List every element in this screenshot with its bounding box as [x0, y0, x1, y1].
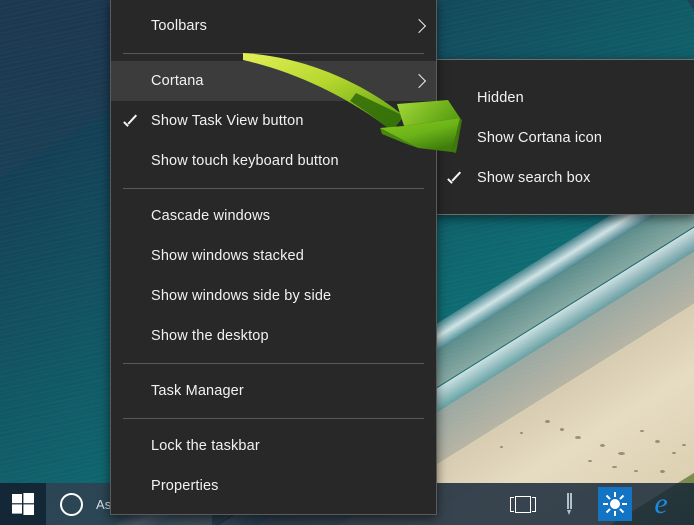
taskbar-context-menu[interactable]: Toolbars Cortana Show Task View button Show…	[110, 0, 437, 515]
task-view-button[interactable]	[500, 483, 546, 525]
sand-debris	[600, 444, 605, 447]
menu-separator	[123, 418, 424, 419]
menu-item-label: Show search box	[477, 170, 591, 186]
menu-item-show-windows-stacked[interactable]: Show windows stacked	[111, 236, 436, 276]
check-icon	[111, 116, 151, 126]
menu-item-label: Show touch keyboard button	[151, 153, 339, 169]
menu-item-label: Show the desktop	[151, 328, 269, 344]
pen-icon	[566, 493, 572, 515]
menu-item-label: Toolbars	[151, 18, 208, 34]
sand-debris	[655, 440, 660, 443]
menu-item-label: Show windows side by side	[151, 288, 332, 304]
menu-item-label: Lock the taskbar	[151, 438, 260, 454]
task-view-icon	[510, 495, 536, 513]
menu-item-show-windows-side-by-side[interactable]: Show windows side by side	[111, 276, 436, 316]
menu-item-label: Show Task View button	[151, 113, 304, 129]
menu-item-properties[interactable]: Properties	[111, 466, 436, 506]
chevron-right-icon	[402, 73, 436, 89]
menu-item-label: Cortana	[151, 73, 204, 89]
sand-debris	[660, 470, 665, 473]
menu-item-show-task-view-button[interactable]: Show Task View button	[111, 101, 436, 141]
cortana-ring-icon	[59, 492, 83, 516]
menu-item-toolbars[interactable]: Toolbars	[111, 6, 436, 46]
menu-item-show-cortana-icon[interactable]: Show Cortana icon	[433, 118, 694, 158]
menu-item-cascade-windows[interactable]: Cascade windows	[111, 196, 436, 236]
menu-separator	[123, 188, 424, 189]
menu-item-show-search-box[interactable]: Show search box	[433, 158, 694, 198]
chevron-right-glyph	[411, 18, 427, 34]
chevron-right-glyph	[411, 73, 427, 89]
windows-logo-icon	[12, 493, 34, 515]
sand-debris	[520, 432, 523, 434]
menu-item-lock-the-taskbar[interactable]: Lock the taskbar	[111, 426, 436, 466]
chevron-right-icon	[402, 18, 436, 34]
checkmark-icon	[448, 173, 463, 183]
menu-item-label: Hidden	[477, 90, 524, 106]
sand-debris	[618, 452, 625, 455]
cortana-icon[interactable]	[46, 492, 96, 516]
sand-debris	[640, 430, 644, 432]
menu-item-label: Cascade windows	[151, 208, 271, 224]
sand-debris	[500, 446, 503, 448]
menu-item-label: Show windows stacked	[151, 248, 304, 264]
menu-item-label: Show Cortana icon	[477, 130, 603, 146]
check-icon	[433, 173, 477, 183]
sand-debris	[682, 444, 686, 446]
sand-debris	[545, 420, 550, 423]
microsoft-edge-button[interactable]: e	[638, 483, 684, 525]
sand-debris	[575, 436, 581, 439]
edge-icon: e	[654, 487, 668, 520]
weather-button[interactable]	[592, 483, 638, 525]
start-button[interactable]	[0, 483, 46, 525]
sand-debris	[612, 466, 617, 468]
menu-separator	[123, 53, 424, 54]
menu-item-label: Properties	[151, 478, 219, 494]
menu-item-show-the-desktop[interactable]: Show the desktop	[111, 316, 436, 356]
menu-item-hidden[interactable]: Hidden	[433, 78, 694, 118]
menu-item-label: Task Manager	[151, 383, 244, 399]
menu-separator	[123, 363, 424, 364]
sand-debris	[672, 452, 676, 454]
menu-item-show-touch-keyboard-button[interactable]: Show touch keyboard button	[111, 141, 436, 181]
checkmark-icon	[124, 116, 139, 126]
menu-item-cortana[interactable]: Cortana	[111, 61, 436, 101]
pen-workspace-button[interactable]	[546, 483, 592, 525]
cortana-submenu[interactable]: Hidden Show Cortana icon Show search box	[432, 59, 694, 215]
weather-tile	[598, 487, 632, 521]
sand-debris	[560, 428, 564, 431]
menu-item-task-manager[interactable]: Task Manager	[111, 371, 436, 411]
sun-icon	[603, 492, 627, 516]
sand-debris	[588, 460, 592, 462]
taskbar-tray: e	[500, 483, 694, 525]
sand-debris	[634, 470, 638, 472]
